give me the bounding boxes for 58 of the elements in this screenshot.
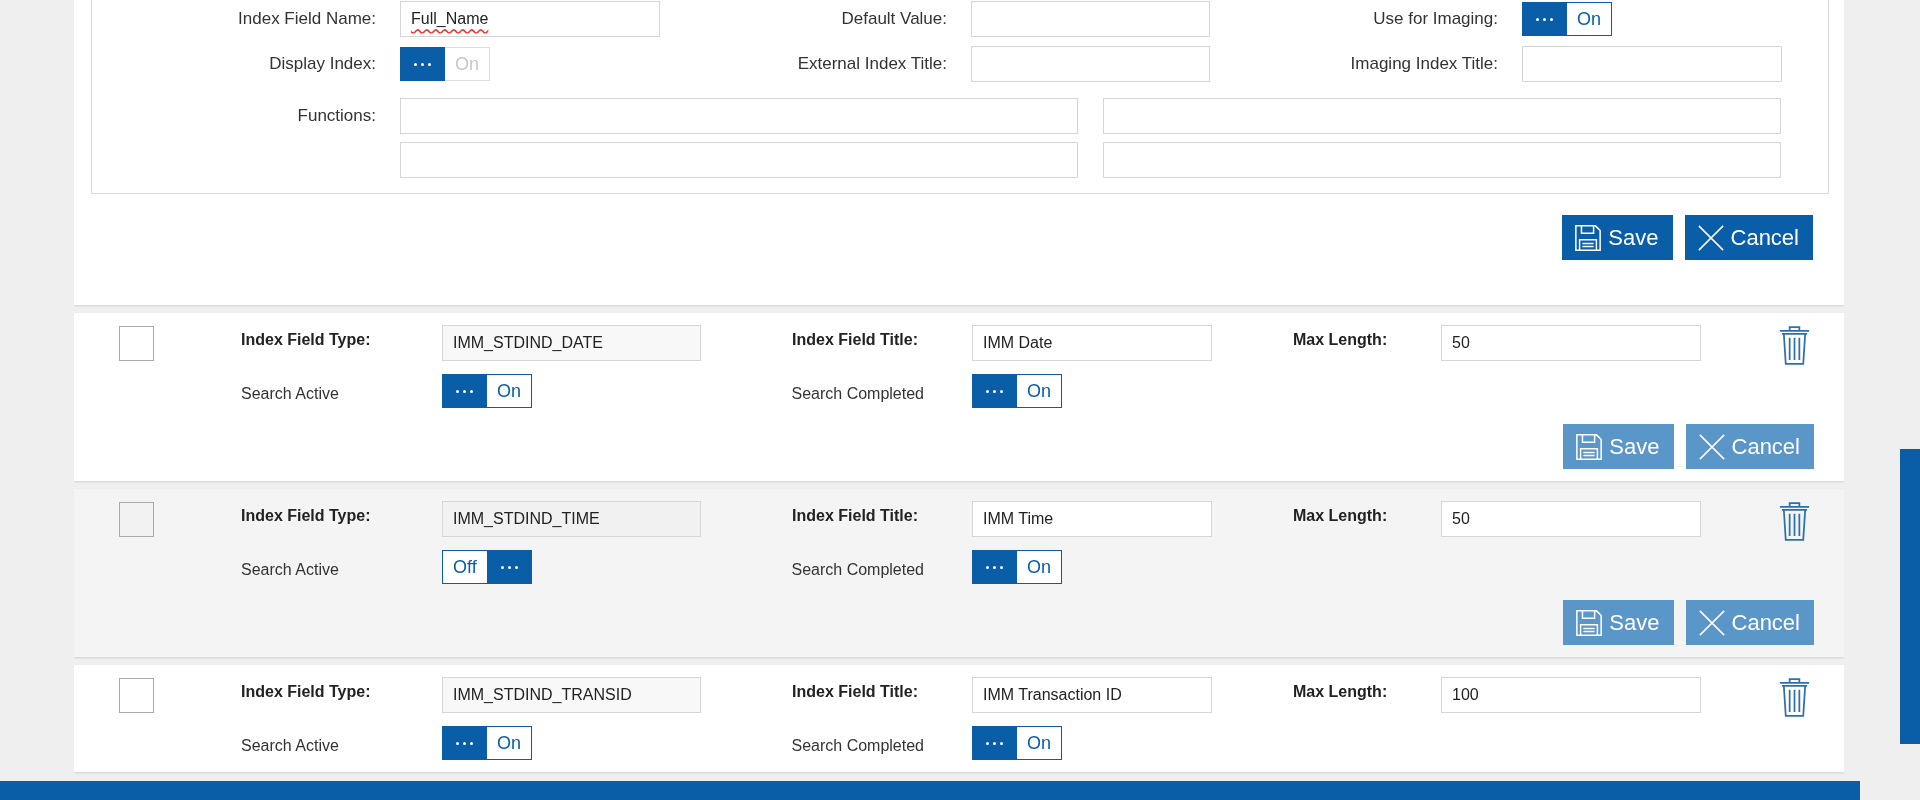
input-field[interactable] (400, 98, 1078, 134)
toggle-label: Search Completed (790, 560, 925, 579)
field-label: Imaging Index Title: (1349, 53, 1498, 75)
input-field[interactable]: IMM Date (972, 325, 1212, 361)
toggle-label: Search Active (240, 384, 340, 403)
close-icon (1697, 432, 1726, 461)
toggle-switch[interactable]: On (972, 374, 1062, 408)
field-label: Functions: (296, 105, 376, 127)
toggle-switch[interactable]: On (972, 726, 1062, 760)
input-field[interactable]: IMM_STDIND_DATE (442, 325, 701, 361)
input-field[interactable] (1103, 142, 1781, 178)
toggle-label: Search Active (240, 560, 340, 579)
toggle-label: Search Active (240, 736, 340, 755)
input-field[interactable] (1103, 98, 1781, 134)
trash-icon[interactable] (1778, 325, 1811, 366)
input-field[interactable]: IMM Time (972, 501, 1212, 537)
input-field[interactable] (400, 142, 1078, 178)
field-label: Index Field Title: (791, 682, 919, 701)
toggle-label: Search Completed (790, 384, 925, 403)
field-label: Use for Imaging: (1372, 8, 1498, 30)
scrollbar-thumb[interactable] (1900, 449, 1920, 744)
toggle-switch[interactable]: On (972, 550, 1062, 584)
input-field[interactable]: Full_Name (400, 1, 660, 37)
input-field[interactable]: 100 (1441, 677, 1701, 713)
field-label: Index Field Type: (240, 682, 372, 701)
input-field[interactable] (1522, 46, 1782, 82)
field-label: Index Field Type: (240, 506, 372, 525)
field-label: Index Field Title: (791, 506, 919, 525)
input-field[interactable]: 50 (1441, 501, 1701, 537)
trash-icon[interactable] (1778, 677, 1811, 718)
checkbox[interactable] (119, 501, 154, 537)
field-label: Max Length: (1292, 682, 1389, 701)
toggle-switch[interactable]: On (1522, 2, 1612, 36)
input-field[interactable]: 50 (1441, 325, 1701, 361)
input-field[interactable]: IMM_STDIND_TRANSID (442, 677, 701, 713)
input-field[interactable] (971, 46, 1210, 82)
toggle-label: Search Completed (790, 736, 925, 755)
save-button[interactable]: Save (1562, 215, 1673, 260)
checkbox[interactable] (119, 677, 154, 713)
cancel-button[interactable]: Cancel (1684, 215, 1813, 260)
field-label: External Index Title: (796, 53, 947, 75)
field-label: Index Field Name: (237, 8, 376, 30)
toggle-switch[interactable]: On (442, 726, 532, 760)
input-field[interactable]: IMM Transaction ID (972, 677, 1212, 713)
toggle-switch[interactable]: Off (442, 550, 532, 584)
toggle-switch[interactable]: On (442, 374, 532, 408)
input-field[interactable]: IMM_STDIND_TIME (442, 501, 701, 537)
checkbox[interactable] (119, 325, 154, 361)
field-label: Default Value: (840, 8, 947, 30)
close-icon (1696, 223, 1725, 252)
field-label: Max Length: (1292, 330, 1389, 349)
field-label: Index Field Type: (240, 330, 372, 349)
input-field[interactable] (971, 1, 1210, 37)
field-label: Display Index: (268, 53, 376, 75)
field-label: Index Field Title: (791, 330, 919, 349)
close-icon (1697, 608, 1726, 637)
field-label: Max Length: (1292, 506, 1389, 525)
trash-icon[interactable] (1778, 501, 1811, 542)
